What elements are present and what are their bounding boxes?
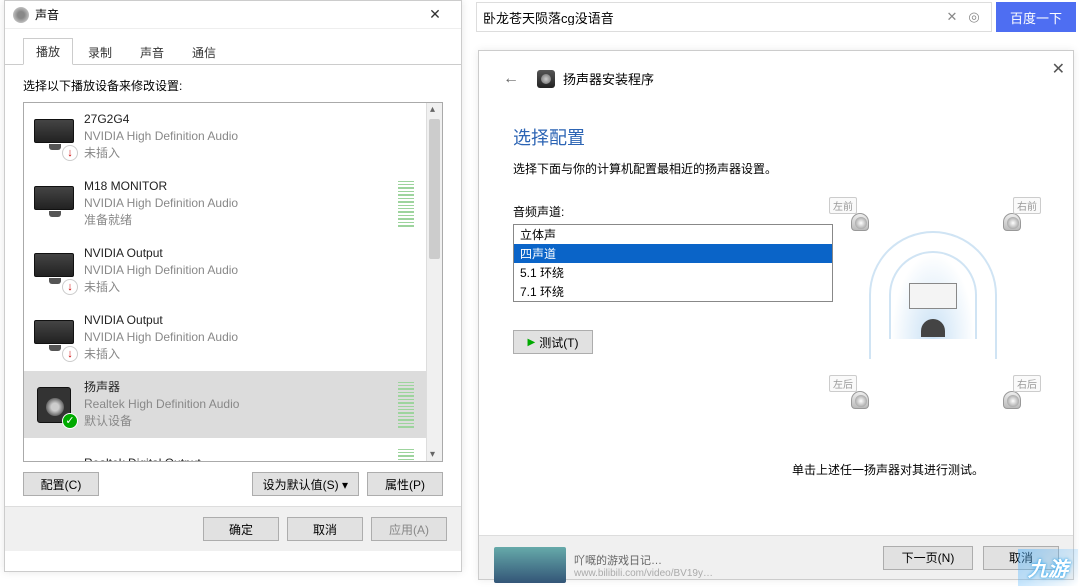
level-meter-icon bbox=[398, 181, 414, 227]
device-status: 未插入 bbox=[84, 145, 418, 162]
instruction-text: 选择以下播放设备来修改设置: bbox=[23, 77, 443, 94]
speaker-front-left[interactable] bbox=[851, 213, 869, 231]
device-item[interactable]: Realtek Digital OutputRealtek High Defin… bbox=[24, 438, 426, 461]
properties-button[interactable]: 属性(P) bbox=[367, 472, 443, 496]
tag-rear-left: 左后 bbox=[829, 375, 857, 392]
close-icon[interactable]: ✕ bbox=[415, 6, 455, 23]
tab-sounds[interactable]: 声音 bbox=[127, 39, 177, 65]
channel-option[interactable]: 5.1 环绕 bbox=[514, 263, 832, 282]
device-driver: NVIDIA High Definition Audio bbox=[84, 128, 418, 145]
config-heading: 选择配置 bbox=[513, 124, 1039, 150]
search-button[interactable]: 百度一下 bbox=[996, 2, 1076, 32]
set-default-button[interactable]: 设为默认值(S) ▾ bbox=[252, 472, 359, 496]
device-status: 未插入 bbox=[84, 346, 418, 363]
speaker-rear-right[interactable] bbox=[1003, 391, 1021, 409]
device-driver: Realtek High Definition Audio bbox=[84, 396, 398, 413]
tab-recording[interactable]: 录制 bbox=[75, 39, 125, 65]
result-url: www.bilibili.com/video/BV19y… bbox=[574, 568, 713, 579]
tab-playback[interactable]: 播放 bbox=[23, 38, 73, 65]
channel-list[interactable]: 立体声四声道5.1 环绕7.1 环绕 bbox=[513, 224, 833, 302]
tag-front-left: 左前 bbox=[829, 197, 857, 214]
monitor-icon: ↓ bbox=[32, 316, 76, 360]
camera-icon[interactable]: ◎ bbox=[963, 9, 985, 25]
device-status: 默认设备 bbox=[84, 413, 398, 430]
unplugged-badge-icon: ↓ bbox=[62, 279, 78, 295]
ok-button[interactable]: 确定 bbox=[203, 517, 279, 541]
test-button[interactable]: ▶测试(T) bbox=[513, 330, 593, 354]
brand-watermark: 九游 bbox=[1018, 549, 1078, 586]
person-icon bbox=[921, 319, 945, 337]
apply-button[interactable]: 应用(A) bbox=[371, 517, 447, 541]
level-meter-icon bbox=[398, 382, 414, 428]
search-input[interactable] bbox=[483, 10, 941, 25]
default-badge-icon: ✓ bbox=[62, 413, 78, 429]
play-icon: ▶ bbox=[527, 337, 535, 348]
channel-option[interactable]: 四声道 bbox=[514, 244, 832, 263]
device-item[interactable]: ↓ 27G2G4NVIDIA High Definition Audio未插入 bbox=[24, 103, 426, 170]
monitor-icon: ↓ bbox=[32, 115, 76, 159]
device-item[interactable]: M18 MONITORNVIDIA High Definition Audio准… bbox=[24, 170, 426, 237]
close-icon[interactable]: ✕ bbox=[1052, 59, 1065, 79]
config-description: 选择下面与你的计算机配置最相近的扬声器设置。 bbox=[513, 160, 1039, 177]
channel-option[interactable]: 立体声 bbox=[514, 225, 832, 244]
sound-icon bbox=[13, 7, 29, 23]
tabstrip: 播放 录制 声音 通信 bbox=[5, 29, 461, 65]
scrollbar[interactable] bbox=[426, 103, 442, 461]
configure-button[interactable]: 配置(C) bbox=[23, 472, 99, 496]
clear-icon[interactable]: ✕ bbox=[941, 9, 963, 25]
monitor-icon bbox=[32, 182, 76, 226]
tag-front-right: 右前 bbox=[1013, 197, 1041, 214]
speaker-icon: ✓ bbox=[32, 383, 76, 427]
wizard-header: ← 扬声器安装程序 bbox=[479, 51, 1073, 96]
device-item[interactable]: ↓ NVIDIA OutputNVIDIA High Definition Aud… bbox=[24, 237, 426, 304]
back-icon[interactable]: ← bbox=[503, 70, 519, 88]
unplugged-badge-icon: ↓ bbox=[62, 145, 78, 161]
device-status: 准备就绪 bbox=[84, 212, 398, 229]
dialog-title: 声音 bbox=[35, 6, 415, 23]
video-thumbnail[interactable] bbox=[494, 547, 566, 583]
device-item[interactable]: ✓ 扬声器Realtek High Definition Audio默认设备 bbox=[24, 371, 426, 438]
speaker-rear-left[interactable] bbox=[851, 391, 869, 409]
next-button[interactable]: 下一页(N) bbox=[883, 546, 973, 570]
device-name: NVIDIA Output bbox=[84, 312, 418, 329]
unplugged-badge-icon: ↓ bbox=[62, 346, 78, 362]
device-status: 未插入 bbox=[84, 279, 418, 296]
cancel-button[interactable]: 取消 bbox=[287, 517, 363, 541]
search-bar: ✕ ◎ 百度一下 配置 bbox=[476, 2, 1076, 32]
wizard-title: 扬声器安装程序 bbox=[563, 69, 654, 88]
device-name: 扬声器 bbox=[84, 379, 398, 396]
tab-communications[interactable]: 通信 bbox=[179, 39, 229, 65]
channel-option[interactable]: 7.1 环绕 bbox=[514, 282, 832, 301]
result-title: 吖嘅的游戏日记… bbox=[574, 552, 713, 568]
search-result-fragment[interactable]: 吖嘅的游戏日记… www.bilibili.com/video/BV19y… bbox=[494, 544, 713, 586]
device-list: ↓27G2G4NVIDIA High Definition Audio未插入M1… bbox=[23, 102, 443, 462]
search-box[interactable]: ✕ ◎ bbox=[476, 2, 992, 32]
device-driver: NVIDIA High Definition Audio bbox=[84, 195, 398, 212]
device-name: Realtek Digital Output bbox=[84, 455, 398, 461]
titlebar: 声音 ✕ bbox=[5, 1, 461, 29]
diagram-hint: 单击上述任一扬声器对其进行测试。 bbox=[733, 461, 1043, 478]
device-name: M18 MONITOR bbox=[84, 178, 398, 195]
desk-icon bbox=[909, 283, 957, 309]
device-name: NVIDIA Output bbox=[84, 245, 418, 262]
level-meter-icon bbox=[398, 449, 414, 462]
speaker-setup-dialog: ✕ ← 扬声器安装程序 选择配置 选择下面与你的计算机配置最相近的扬声器设置。 … bbox=[478, 50, 1074, 580]
device-name: 27G2G4 bbox=[84, 111, 418, 128]
digital-icon bbox=[32, 450, 76, 462]
device-item[interactable]: ↓ NVIDIA OutputNVIDIA High Definition Aud… bbox=[24, 304, 426, 371]
monitor-icon: ↓ bbox=[32, 249, 76, 293]
speaker-front-right[interactable] bbox=[1003, 213, 1021, 231]
device-driver: NVIDIA High Definition Audio bbox=[84, 329, 418, 346]
speaker-icon bbox=[537, 70, 555, 88]
sound-dialog: 声音 ✕ 播放 录制 声音 通信 选择以下播放设备来修改设置: ↓27G2G4N… bbox=[4, 0, 462, 572]
dialog-footer: 确定 取消 应用(A) bbox=[5, 506, 461, 551]
tag-rear-right: 右后 bbox=[1013, 375, 1041, 392]
device-driver: NVIDIA High Definition Audio bbox=[84, 262, 418, 279]
speaker-diagram: 左前 右前 左后 右后 bbox=[823, 191, 1043, 431]
